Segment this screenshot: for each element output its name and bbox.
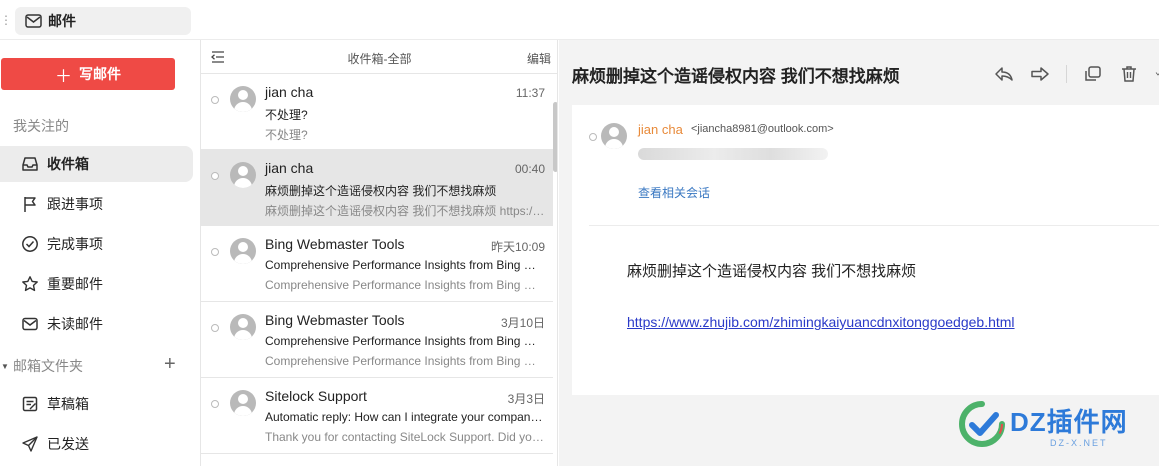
sidebar-item-follow-up[interactable]: 跟进事项 [0,186,193,222]
mail-time: 3月10日 [500,316,545,330]
plus-icon: ＋ [55,66,72,86]
forward-icon[interactable] [1030,64,1050,84]
folders-section-header[interactable]: ▼ 邮箱文件夹 + [0,353,193,376]
trash-icon[interactable] [1119,64,1139,84]
mail-time: 昨天10:09 [490,240,545,254]
top-bar: ⋮ 邮件 [0,0,1159,40]
avatar [230,162,256,188]
toolbar-separator [1066,65,1067,83]
sidebar-item-label: 重要邮件 [47,276,103,292]
mail-list-header: 收件箱-全部 编辑 [201,40,557,74]
sidebar-item-label: 草稿箱 [47,396,89,412]
mail-subject: 不处理? [265,108,308,122]
add-folder-icon[interactable]: + [164,353,176,376]
app-tab-title: 邮件 [48,13,76,29]
mail-icon [22,317,38,331]
mail-list: 收件箱-全部 编辑 jian cha 11:37 不处理? 不处理? jian … [200,40,558,466]
mail-icon [25,14,42,28]
flag-icon [24,197,36,212]
mail-preview: Thank you for contacting SiteLock Suppor… [265,430,545,444]
sidebar-item-label: 收件箱 [47,156,89,172]
reader-toolbar [994,62,1159,86]
sidebar-item-sent[interactable]: 已发送 [0,426,193,462]
favorites-section-label: 我关注的 [13,118,69,134]
sender-email: <jiancha8981@outlook.com> [691,123,834,135]
mail-list-item[interactable]: Bing Webmaster Tools 昨天10:09 Comprehensi… [201,226,553,302]
mail-preview: 麻烦删掉这个造谣侵权内容 我们不想找麻烦 https://www.zhujib.… [265,204,545,218]
more-icon[interactable]: ⋮ [0,13,12,27]
message-body-link[interactable]: https://www.zhujib.com/zhimingkaiyuancdn… [627,314,1015,330]
star-icon [22,276,38,292]
watermark-subtext: DZ-X.NET [1050,438,1108,448]
avatar [230,314,256,340]
sidebar: ＋ 写邮件 我关注的 收件箱 跟进事项 完成事项 重要邮件 未读邮件 ▼ 邮箱文… [0,40,200,466]
sidebar-item-done[interactable]: 完成事项 [0,226,193,262]
inbox-icon [22,157,38,171]
mail-sender: Bing Webmaster Tools [265,312,405,328]
select-radio[interactable] [211,324,219,332]
send-icon [22,436,38,452]
mail-sender: Sitelock Support [265,388,367,404]
sidebar-item-label: 完成事项 [47,236,103,252]
mail-list-item[interactable]: jian cha 11:37 不处理? 不处理? [201,74,553,150]
mail-sender: jian cha [265,160,314,176]
message-card: jian cha <jiancha8981@outlook.com> 查看相关会… [572,105,1159,395]
mail-subject: Comprehensive Performance Insights from … [265,334,545,348]
mail-preview: Comprehensive Performance Insights from … [265,278,545,292]
mail-subject: Automatic reply: How can I integrate you… [265,410,545,424]
sidebar-item-drafts[interactable]: 草稿箱 [0,386,193,422]
mail-list-item[interactable]: Bing Webmaster Tools 3月10日 Comprehensive… [201,302,553,378]
sidebar-item-label: 已发送 [47,436,89,452]
app-tab-mail[interactable]: 邮件 [15,7,191,35]
header-divider [589,225,1159,226]
reader-subject: 麻烦删掉这个造谣侵权内容 我们不想找麻烦 [572,67,900,86]
mail-time: 3月3日 [507,392,545,406]
select-radio[interactable] [211,172,219,180]
compose-button[interactable]: ＋ 写邮件 [1,58,175,90]
copy-icon[interactable] [1083,64,1103,84]
mail-subject: 麻烦删掉这个造谣侵权内容 我们不想找麻烦 [265,184,497,198]
watermark-text: DZ插件网 [1010,407,1128,437]
sidebar-item-label: 跟进事项 [47,196,103,212]
mail-time: 00:40 [514,162,545,176]
sender-avatar [601,123,627,149]
chevron-down-icon[interactable] [1155,64,1159,84]
avatar [230,390,256,416]
mail-list-item-selected[interactable]: jian cha 00:40 麻烦删掉这个造谣侵权内容 我们不想找麻烦 麻烦删掉… [201,150,553,226]
mail-sender: Bing Webmaster Tools [265,236,405,252]
draft-icon [22,396,38,412]
mail-list-title: 收件箱-全部 [347,52,412,66]
sidebar-item-inbox[interactable]: 收件箱 [0,146,193,182]
mail-time: 11:37 [515,86,545,100]
watermark-logo-icon [959,401,1005,447]
select-radio[interactable] [211,248,219,256]
collapse-triangle-icon[interactable]: ▼ [1,362,13,371]
avatar [230,238,256,264]
sender-name[interactable]: jian cha [638,122,683,137]
message-body-text: 麻烦删掉这个造谣侵权内容 我们不想找麻烦 [627,263,917,280]
check-circle-icon [22,236,38,252]
folders-section-label: 邮箱文件夹 [13,358,83,374]
mail-list-scrollbar[interactable] [553,74,557,466]
recipient-blurred [638,148,828,160]
avatar [230,86,256,112]
select-radio[interactable] [589,133,597,141]
reply-icon[interactable] [994,64,1014,84]
mail-sender: jian cha [265,84,314,100]
mail-preview: 不处理? [265,128,308,142]
mail-subject: Comprehensive Performance Insights from … [265,258,545,272]
compose-label: 写邮件 [79,66,121,82]
edit-button[interactable]: 编辑 [527,50,551,67]
sidebar-item-label: 未读邮件 [47,316,103,332]
select-radio[interactable] [211,96,219,104]
sidebar-item-unread[interactable]: 未读邮件 [0,306,193,342]
mail-preview: Comprehensive Performance Insights from … [265,354,545,368]
watermark: DZ插件网 DZ-X.NET [958,398,1158,458]
sidebar-item-important[interactable]: 重要邮件 [0,266,193,302]
mail-list-item[interactable]: Sitelock Support 3月3日 Automatic reply: H… [201,378,553,454]
scrollbar-thumb[interactable] [553,102,557,172]
select-radio[interactable] [211,400,219,408]
related-conversation-link[interactable]: 查看相关会话 [638,184,710,201]
